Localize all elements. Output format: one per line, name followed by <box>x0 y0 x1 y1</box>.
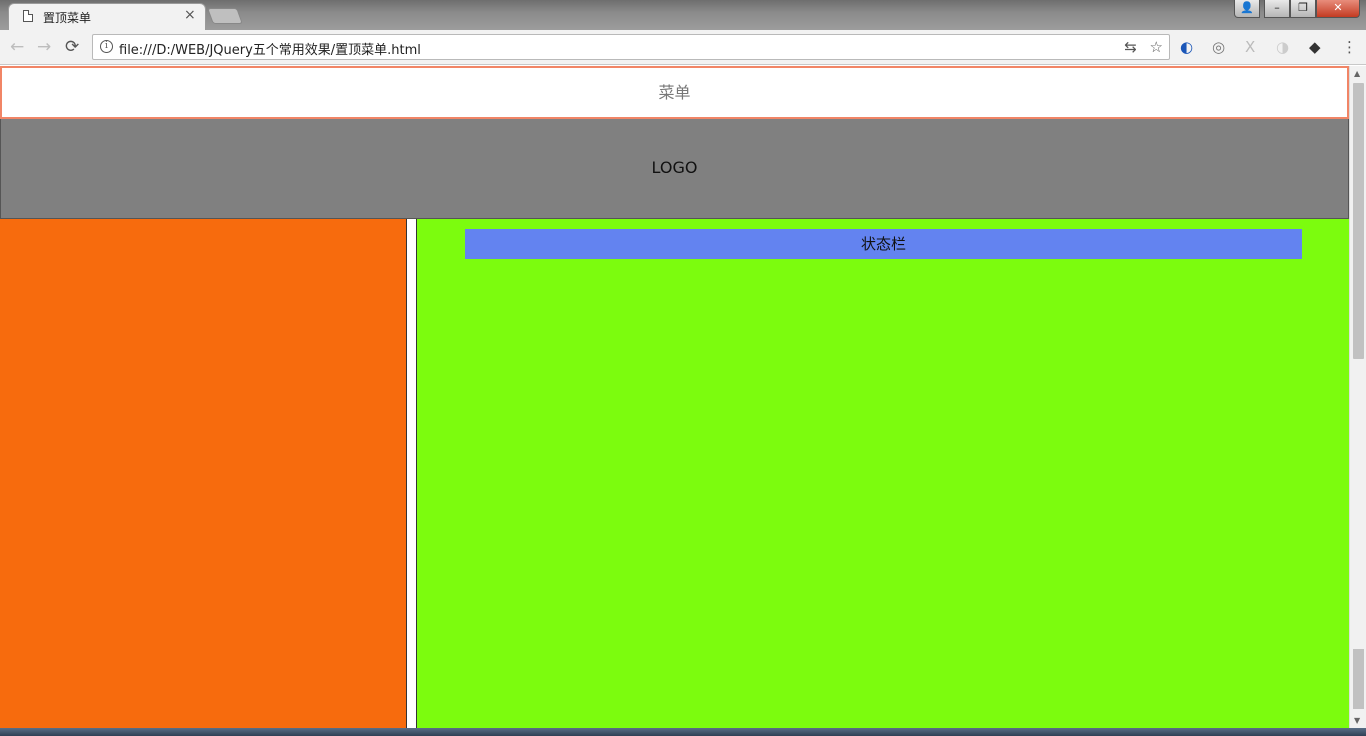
reload-icon[interactable]: ⟳ <box>65 37 79 57</box>
scroll-thumb[interactable] <box>1353 83 1364 359</box>
back-icon[interactable]: ← <box>10 37 24 57</box>
extension-icon-5[interactable]: ◆ <box>1309 38 1321 56</box>
browser-menu-icon[interactable]: ⋮ <box>1342 38 1357 56</box>
scroll-resize-grip <box>1353 649 1364 709</box>
page-icon <box>23 10 33 22</box>
new-tab-button[interactable] <box>207 8 243 24</box>
logo-banner: LOGO <box>0 119 1349 219</box>
url-text[interactable]: file:///D:/WEB/JQuery五个常用效果/置顶菜单.html <box>119 39 421 58</box>
scroll-up-icon[interactable]: ▲ <box>1354 69 1360 78</box>
extension-icon-1[interactable]: ◐ <box>1180 38 1193 56</box>
bookmark-star-icon[interactable]: ☆ <box>1150 38 1163 56</box>
extension-icon-4[interactable]: ◑ <box>1276 38 1289 56</box>
vertical-scrollbar[interactable]: ▲ ▼ <box>1349 66 1366 736</box>
forward-icon[interactable]: → <box>37 37 51 57</box>
left-column <box>0 219 407 736</box>
scroll-down-icon[interactable]: ▼ <box>1354 716 1360 725</box>
extension-icon-2[interactable]: ◎ <box>1212 38 1225 56</box>
close-button[interactable]: ✕ <box>1316 0 1360 18</box>
info-icon[interactable]: i <box>100 40 113 53</box>
tab-close-icon[interactable]: × <box>184 7 196 23</box>
maximize-button[interactable]: ❐ <box>1290 0 1316 18</box>
minimize-button[interactable]: – <box>1264 0 1290 18</box>
extension-icon-3[interactable]: X <box>1245 38 1255 56</box>
user-icon[interactable]: 👤 <box>1234 0 1260 18</box>
translate-icon[interactable]: ⇆ <box>1124 38 1137 56</box>
page-viewport: 菜单 LOGO 状态栏 <box>0 66 1349 736</box>
address-bar[interactable]: i file:///D:/WEB/JQuery五个常用效果/置顶菜单.html … <box>92 34 1170 60</box>
right-column: 状态栏 <box>416 219 1349 736</box>
os-taskbar <box>0 728 1366 736</box>
column-gap <box>407 219 416 736</box>
tab-title: 置顶菜单 <box>43 11 92 25</box>
window-controls: 👤 – ❐ ✕ <box>1234 0 1360 20</box>
status-bar: 状态栏 <box>465 229 1302 259</box>
top-menu[interactable]: 菜单 <box>0 66 1349 119</box>
browser-tab[interactable]: 置顶菜单 × <box>8 3 206 30</box>
window-titlebar: 置顶菜单 × 👤 – ❐ ✕ <box>0 0 1366 30</box>
browser-toolbar: ← → ⟳ i file:///D:/WEB/JQuery五个常用效果/置顶菜单… <box>0 30 1366 65</box>
